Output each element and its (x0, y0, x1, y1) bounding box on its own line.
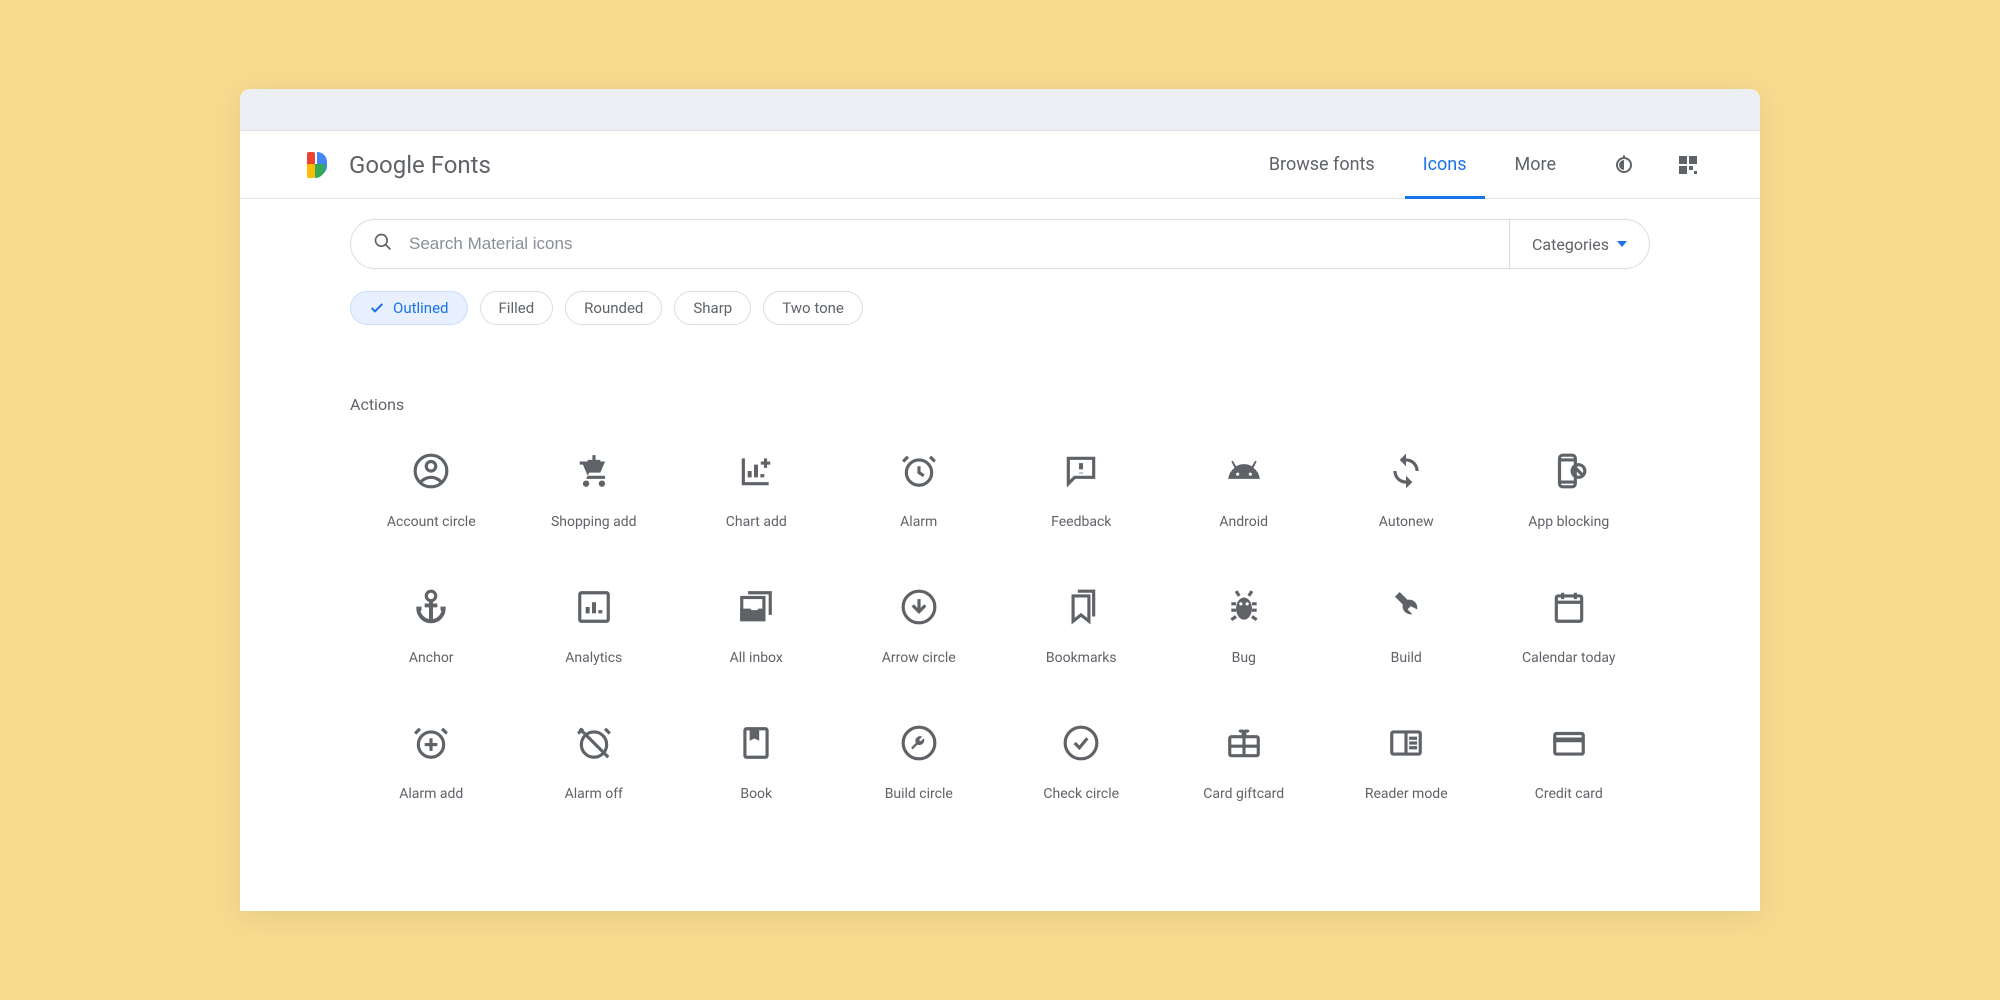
alarm-off-icon (575, 724, 613, 762)
alarm-add-icon (412, 724, 450, 762)
chip-filled[interactable]: Filled (480, 291, 554, 325)
logo-text: Google Fonts (349, 151, 491, 179)
android-icon (1225, 452, 1263, 490)
icon-reader-mode[interactable]: Reader mode (1325, 724, 1488, 802)
icon-credit-card[interactable]: Credit card (1488, 724, 1651, 802)
all-inbox-icon (737, 588, 775, 626)
search-bar: Categories (350, 219, 1650, 269)
header: Google Fonts Browse fonts Icons More (240, 131, 1760, 199)
icon-shopping-add[interactable]: Shopping add (513, 452, 676, 530)
app-window: Google Fonts Browse fonts Icons More (240, 89, 1760, 911)
icon-build-circle[interactable]: Build circle (838, 724, 1001, 802)
chart-add-icon (737, 452, 775, 490)
book-icon (737, 724, 775, 762)
chip-outlined[interactable]: Outlined (350, 291, 468, 325)
search-icon (373, 232, 393, 256)
icon-alarm-off[interactable]: Alarm off (513, 724, 676, 802)
icon-account-circle[interactable]: Account circle (350, 452, 513, 530)
bug-icon (1225, 588, 1263, 626)
icon-build[interactable]: Build (1325, 588, 1488, 666)
alarm-icon (900, 452, 938, 490)
bookmarks-icon (1062, 588, 1100, 626)
google-fonts-logo-icon (305, 150, 335, 180)
grid-view-icon[interactable] (1676, 153, 1700, 177)
chip-rounded[interactable]: Rounded (565, 291, 662, 325)
icon-analytics[interactable]: Analytics (513, 588, 676, 666)
logo[interactable]: Google Fonts (305, 150, 491, 180)
icon-all-inbox[interactable]: All inbox (675, 588, 838, 666)
account-circle-icon (412, 452, 450, 490)
card-giftcard-icon (1225, 724, 1263, 762)
chip-twotone[interactable]: Two tone (763, 291, 863, 325)
icon-bookmarks[interactable]: Bookmarks (1000, 588, 1163, 666)
icon-android[interactable]: Android (1163, 452, 1326, 530)
reader-mode-icon (1387, 724, 1425, 762)
categories-dropdown[interactable]: Categories (1509, 220, 1649, 268)
nav-icons[interactable]: Icons (1423, 131, 1467, 198)
credit-card-icon (1550, 724, 1588, 762)
content: Categories Outlined Filled Rounded Sharp… (240, 199, 1760, 911)
icon-autonew[interactable]: Autonew (1325, 452, 1488, 530)
calendar-today-icon (1550, 588, 1588, 626)
icon-chart-add[interactable]: Chart add (675, 452, 838, 530)
app-blocking-icon (1550, 452, 1588, 490)
theme-toggle-icon[interactable] (1612, 153, 1636, 177)
icon-alarm[interactable]: Alarm (838, 452, 1001, 530)
search-input[interactable] (409, 234, 1487, 254)
check-icon (369, 300, 385, 316)
icon-app-blocking[interactable]: App blocking (1488, 452, 1651, 530)
icon-check-circle[interactable]: Check circle (1000, 724, 1163, 802)
icon-alarm-add[interactable]: Alarm add (350, 724, 513, 802)
icon-arrow-circle[interactable]: Arrow circle (838, 588, 1001, 666)
autorenew-icon (1387, 452, 1425, 490)
section-title-actions: Actions (350, 395, 1650, 414)
icon-bug[interactable]: Bug (1163, 588, 1326, 666)
nav-browse-fonts[interactable]: Browse fonts (1269, 131, 1375, 198)
icon-feedback[interactable]: Feedback (1000, 452, 1163, 530)
icon-anchor[interactable]: Anchor (350, 588, 513, 666)
chip-sharp[interactable]: Sharp (674, 291, 751, 325)
check-circle-icon (1062, 724, 1100, 762)
feedback-icon (1062, 452, 1100, 490)
icon-grid: Account circle Shopping add Chart add Al… (350, 452, 1650, 802)
style-chips: Outlined Filled Rounded Sharp Two tone (350, 291, 1650, 325)
browser-chrome-bar (240, 89, 1760, 131)
shopping-add-icon (575, 452, 613, 490)
dropdown-caret-icon (1617, 241, 1627, 247)
analytics-icon (575, 588, 613, 626)
icon-calendar-today[interactable]: Calendar today (1488, 588, 1651, 666)
icon-card-giftcard[interactable]: Card giftcard (1163, 724, 1326, 802)
build-circle-icon (900, 724, 938, 762)
categories-label: Categories (1532, 235, 1609, 254)
arrow-circle-down-icon (900, 588, 938, 626)
nav-more[interactable]: More (1515, 131, 1556, 198)
icon-book[interactable]: Book (675, 724, 838, 802)
build-icon (1387, 588, 1425, 626)
main-nav: Browse fonts Icons More (1269, 131, 1556, 198)
anchor-icon (412, 588, 450, 626)
